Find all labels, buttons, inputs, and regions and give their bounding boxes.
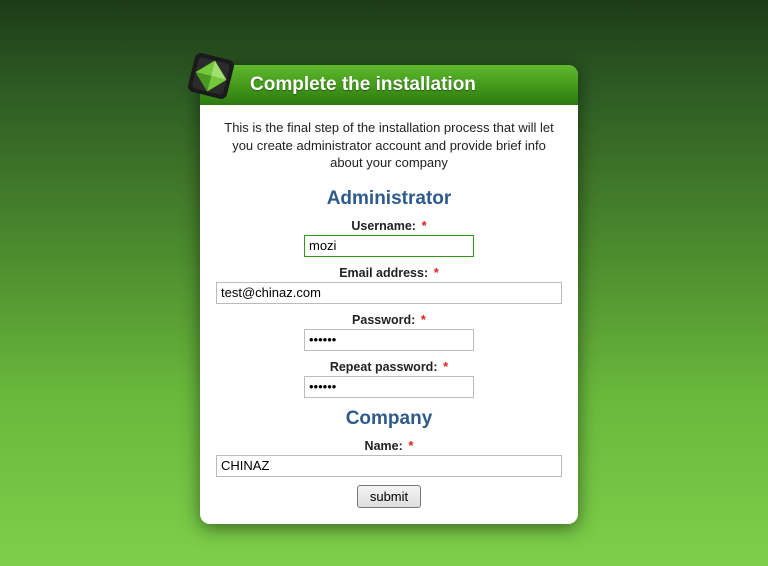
- app-logo-icon: [182, 47, 240, 105]
- card-header: Complete the installation: [200, 65, 578, 105]
- section-administrator: Administrator: [200, 188, 578, 210]
- required-mark: *: [408, 438, 413, 453]
- repeat-password-input[interactable]: [304, 376, 474, 398]
- description-text: This is the final step of the installati…: [200, 105, 578, 178]
- section-company: Company: [200, 408, 578, 430]
- page-title: Complete the installation: [250, 74, 476, 96]
- submit-button[interactable]: submit: [357, 485, 421, 508]
- repeat-password-field: Repeat password: *: [200, 359, 578, 374]
- username-input[interactable]: [304, 235, 474, 257]
- company-name-input[interactable]: [216, 455, 562, 477]
- password-field: Password: *: [200, 312, 578, 327]
- required-mark: *: [443, 359, 448, 374]
- username-label: Username:: [351, 219, 416, 233]
- password-label: Password:: [352, 313, 415, 327]
- required-mark: *: [434, 265, 439, 280]
- email-label: Email address:: [339, 266, 428, 280]
- install-card: Complete the installation This is the fi…: [200, 65, 578, 524]
- repeat-password-label: Repeat password:: [330, 360, 438, 374]
- username-field: Username: *: [200, 218, 578, 233]
- password-input[interactable]: [304, 329, 474, 351]
- email-input[interactable]: [216, 282, 562, 304]
- company-name-label: Name:: [365, 439, 403, 453]
- required-mark: *: [422, 218, 427, 233]
- required-mark: *: [421, 312, 426, 327]
- email-field: Email address: *: [200, 265, 578, 280]
- company-name-field: Name: *: [200, 438, 578, 453]
